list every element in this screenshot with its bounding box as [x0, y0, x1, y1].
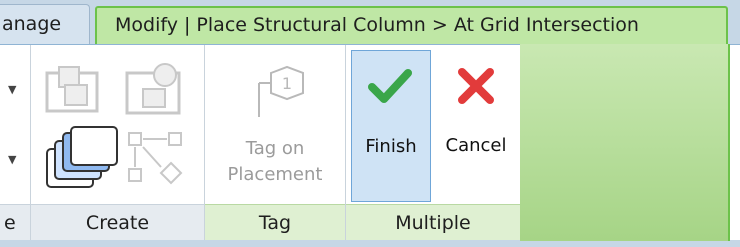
- cancel-button[interactable]: Cancel: [434, 50, 518, 202]
- panel-create: Create: [31, 45, 204, 240]
- tab-manage[interactable]: anage: [0, 4, 90, 44]
- close-icon: [458, 68, 494, 104]
- create-parts-icon[interactable]: [41, 123, 121, 195]
- create-similar-icon[interactable]: [121, 57, 191, 119]
- checkmark-icon: [368, 69, 412, 103]
- svg-text:1: 1: [282, 74, 292, 93]
- ribbon-tab-bar: anage Modify | Place Structural Column >…: [0, 0, 740, 46]
- panel-left-partial: ▼ ▼ e: [0, 45, 30, 240]
- panel-title-multiple: Multiple: [346, 204, 520, 240]
- finish-button[interactable]: Finish: [351, 50, 431, 202]
- dropdown-arrow-icon[interactable]: ▼: [8, 153, 16, 166]
- panel-title-create: Create: [31, 204, 204, 240]
- create-assembly-icon[interactable]: [125, 127, 195, 193]
- panel-title-left-partial: e: [0, 204, 30, 240]
- panel-tag: 1 Tag on Placement Tag: [205, 45, 345, 240]
- tag-on-placement-label-line2[interactable]: Placement: [205, 163, 345, 187]
- cancel-label: Cancel: [445, 135, 507, 156]
- tab-modify-place-structural-column[interactable]: Modify | Place Structural Column > At Gr…: [95, 6, 728, 46]
- contextual-ribbon-background: [520, 44, 730, 241]
- dropdown-arrow-icon[interactable]: ▼: [8, 83, 16, 96]
- app-window: { "tabs": { "manage_label": "anage", "co…: [0, 0, 740, 247]
- tag-on-placement-label-line1[interactable]: Tag on: [205, 137, 345, 161]
- panel-title-tag: Tag: [205, 204, 345, 240]
- create-group-icon[interactable]: [41, 63, 111, 119]
- finish-label: Finish: [365, 136, 417, 157]
- tag-on-placement-icon[interactable]: 1: [247, 65, 307, 127]
